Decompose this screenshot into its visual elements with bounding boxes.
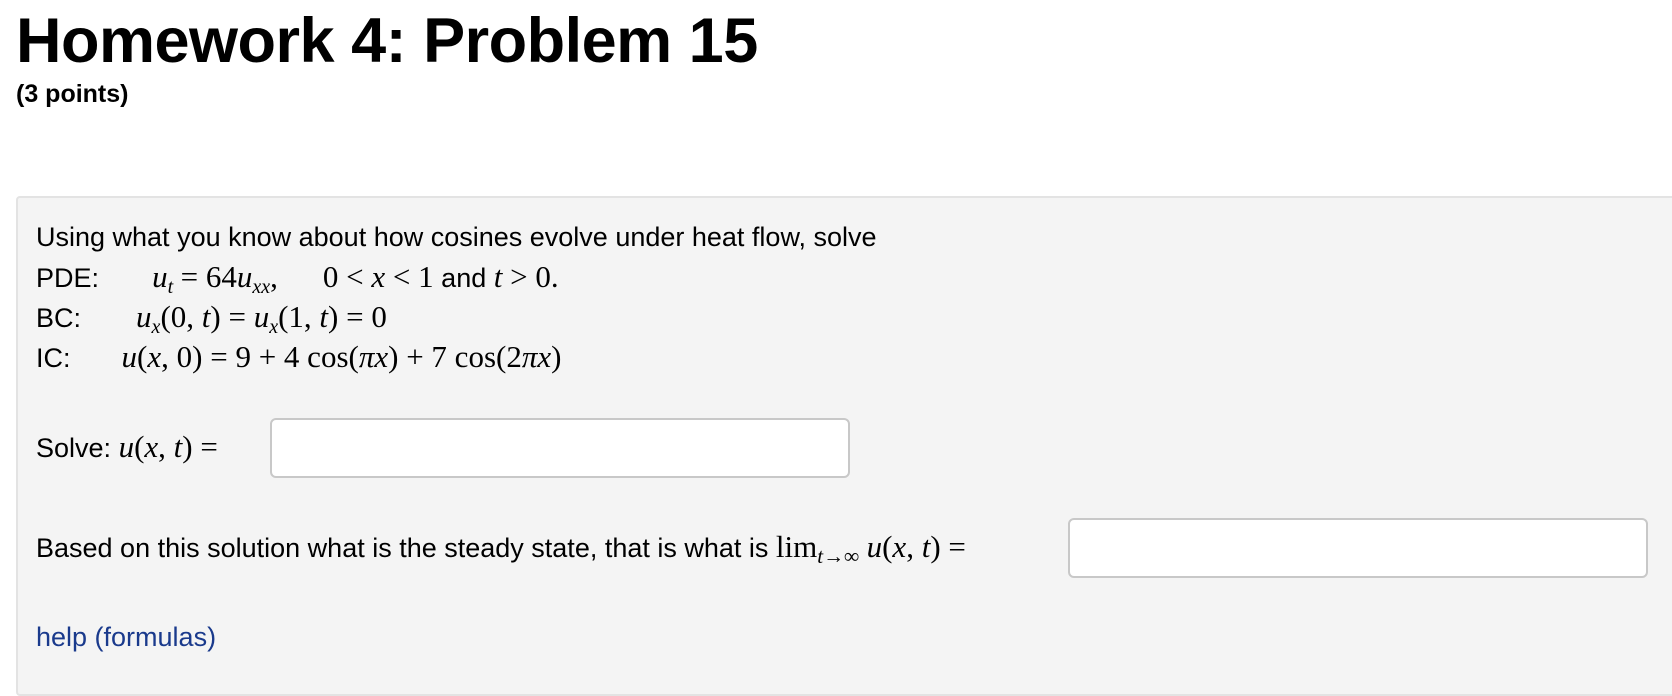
steady-state-label: Based on this solution what is the stead… [36, 533, 769, 563]
points-label: (3 points) [16, 80, 129, 108]
problem-intro: Using what you know about how cosines ev… [36, 222, 877, 252]
solve-expression: u(x, t) = [118, 429, 218, 464]
pde-domain: 0 < x < 1 and t > 0. [322, 259, 559, 294]
bc-equation: ux(0, t) = ux(1, t) = 0 [136, 299, 387, 338]
ic-label: IC: [36, 343, 71, 373]
pde-label: PDE: [36, 263, 100, 293]
steady-state-answer-input[interactable] [1068, 518, 1648, 578]
page-title: Homework 4: Problem 15 [16, 6, 758, 76]
steady-state-expression: limt→∞ u(x, t) = [775, 529, 966, 568]
bc-label: BC: [36, 303, 82, 333]
pde-domain-and: and [441, 263, 487, 293]
pde-equation: ut = 64uxx, [152, 259, 278, 298]
ic-equation: u(x, 0) = 9 + 4 cos(πx) + 7 cos(2πx) [121, 339, 562, 374]
ic-line: IC: u(x, 0) = 9 + 4 cos(πx) + 7 cos(2πx) [36, 338, 561, 377]
solve-label: Solve: [36, 433, 112, 463]
solve-line: Solve: u(x, t) = [36, 428, 218, 467]
help-formulas-link[interactable]: help (formulas) [36, 618, 216, 656]
steady-state-line: Based on this solution what is the stead… [36, 528, 966, 575]
solution-answer-input[interactable] [270, 418, 850, 478]
